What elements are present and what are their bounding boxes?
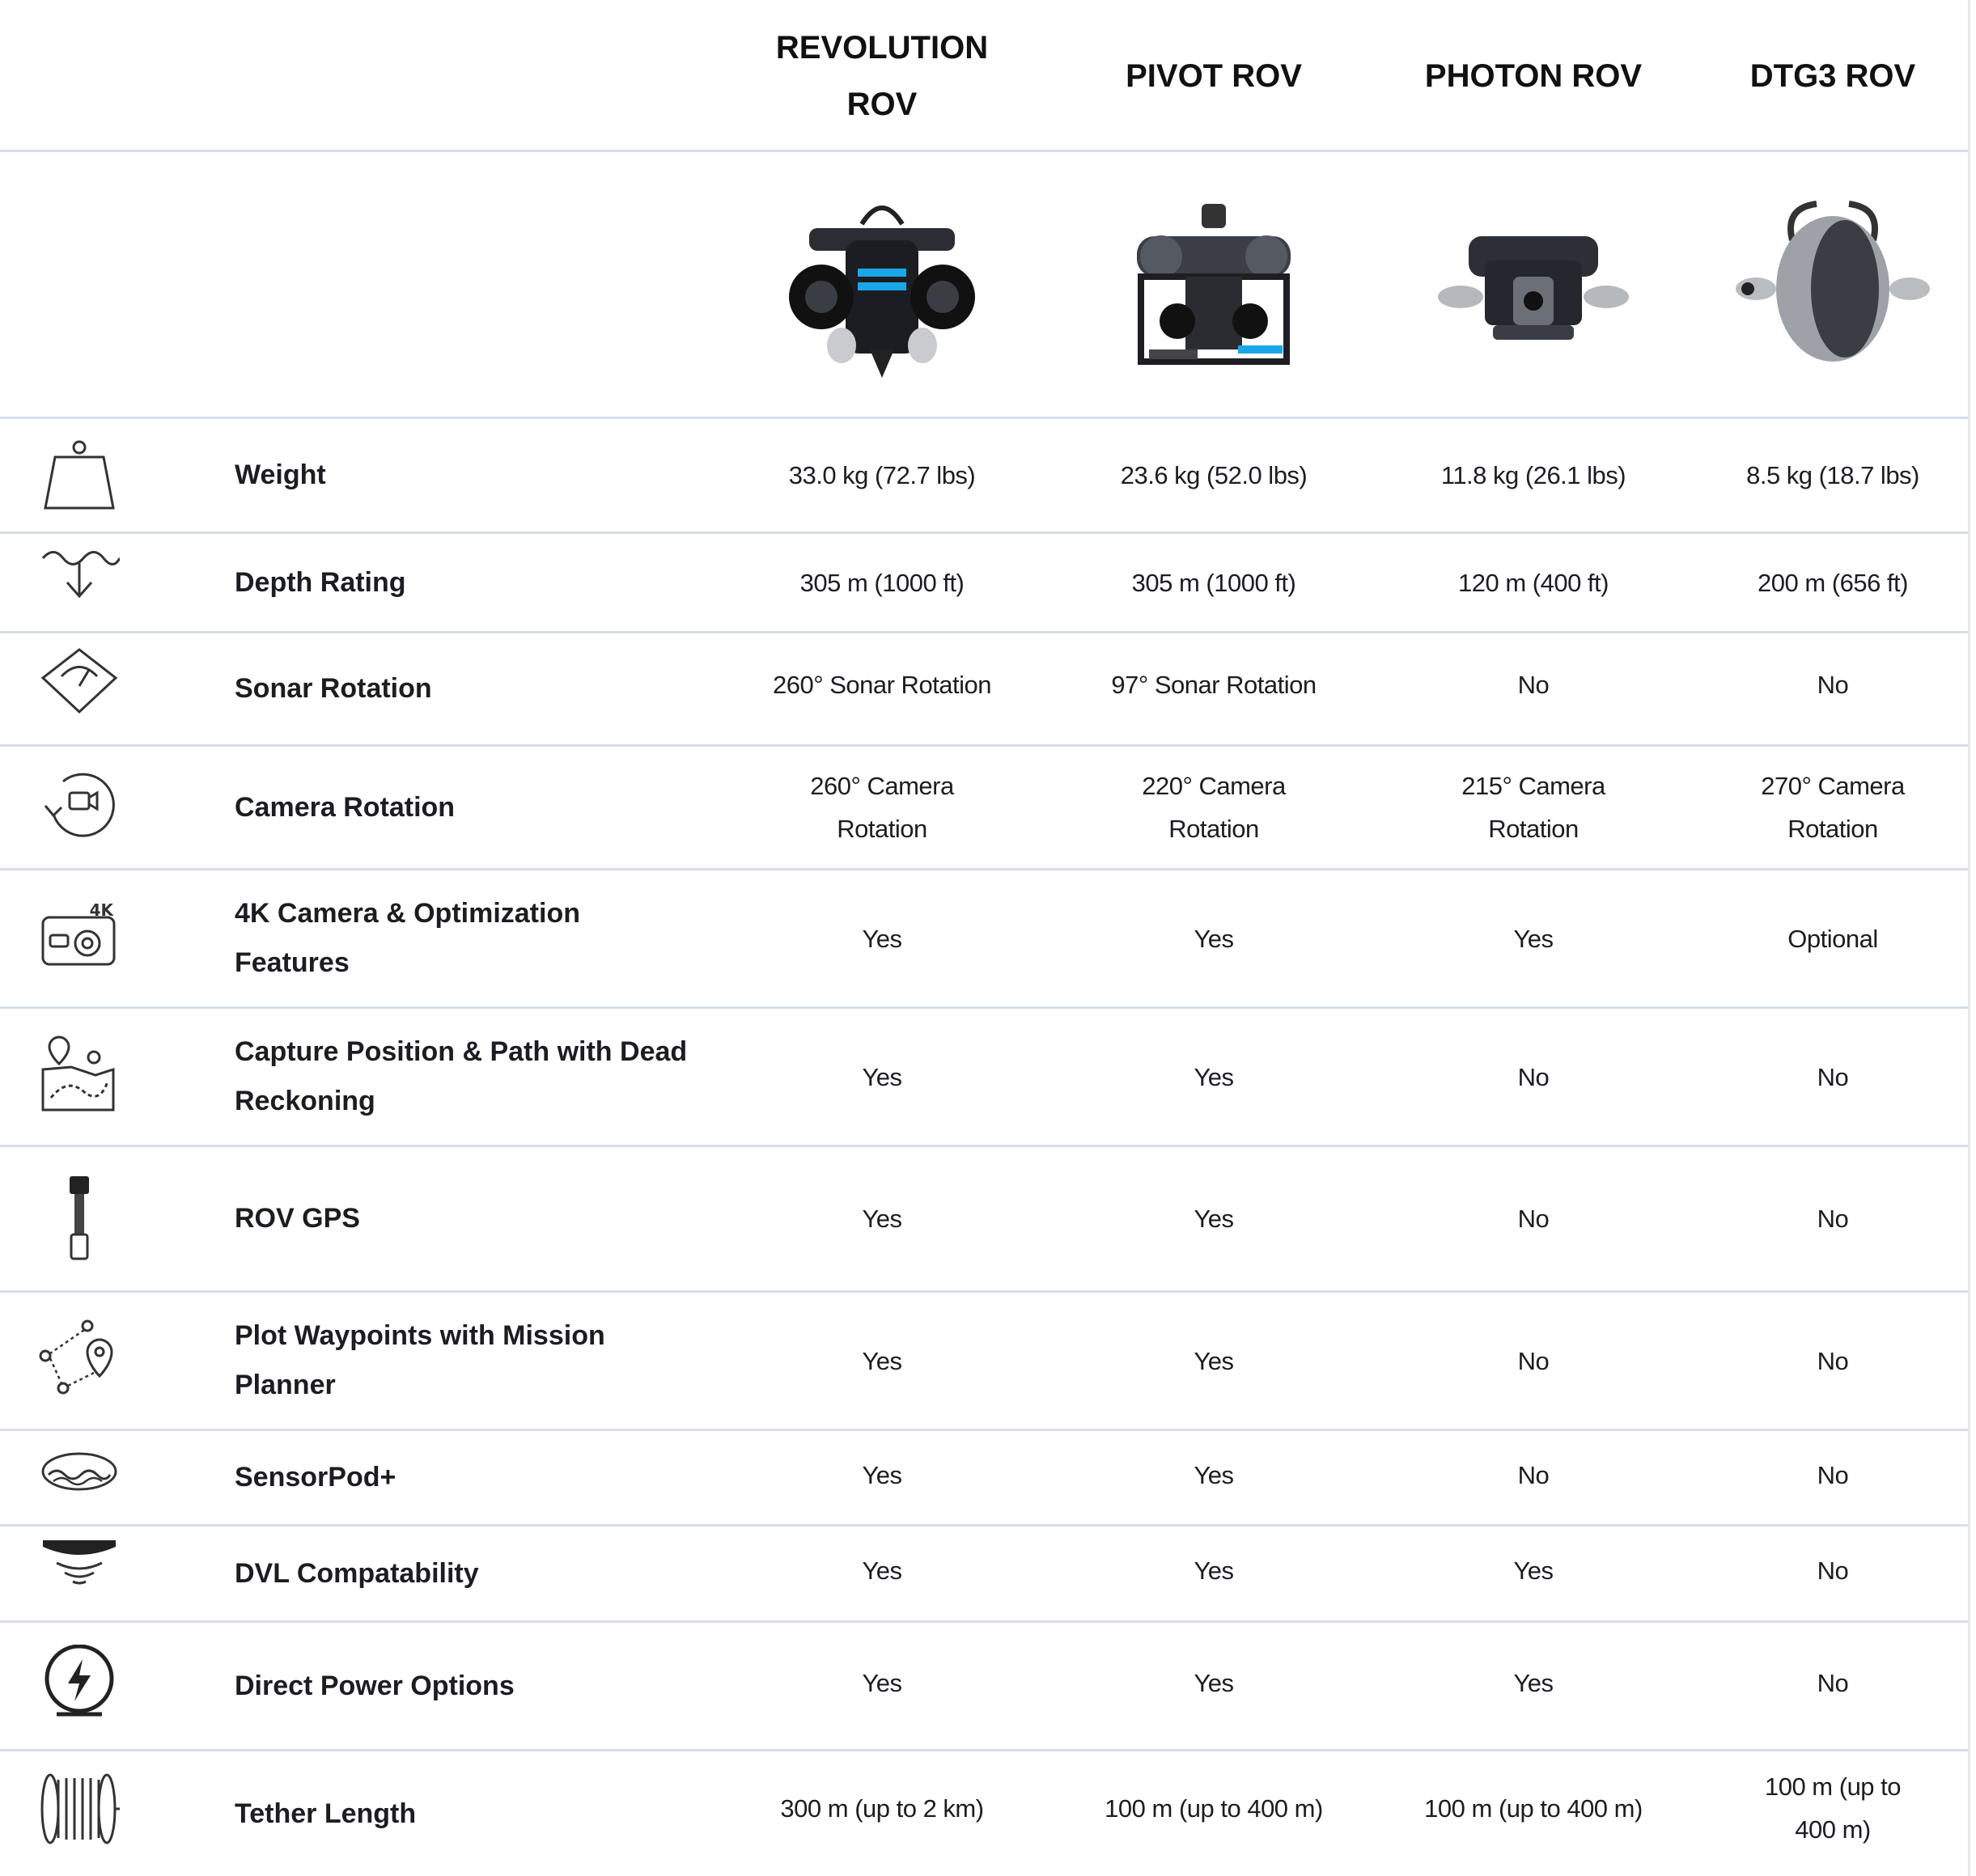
spec-value: No [1517,1346,1550,1375]
spec-label: Depth Rating [235,566,406,598]
spec-value: 8.5 kg (18.7 lbs) [1746,461,1919,489]
spec-label: Weight [235,459,326,490]
spec-value: 300 m (up to 2 km) [780,1793,984,1823]
spec-value: Yes [1194,1346,1234,1375]
spec-value: Yes [1194,1460,1234,1489]
spec-label: ROV GPS [235,1203,360,1234]
spec-row-4k-camera: 4K 4K Camera & Optimization Features Yes… [0,870,1968,1006]
spec-value: No [1517,1205,1550,1233]
waypoints-icon [29,1293,129,1422]
spec-value: No [1817,1460,1849,1489]
spec-label: Direct Power Options [235,1670,515,1701]
spec-row-sonar-rotation: Sonar Rotation 260° Sonar Rotation 97° S… [0,633,1968,744]
spec-value: Yes [1194,1062,1234,1091]
spec-value: No [1817,1668,1849,1697]
spec-value: 260° Camera Rotation [810,772,954,843]
spec-row-weight: Weight 33.0 kg (72.7 lbs) 23.6 kg (52.0 … [0,419,1968,531]
spec-value: 100 m (up to 400 m) [1424,1793,1643,1823]
spec-row-depth-rating: Depth Rating 305 m (1000 ft) 305 m (1000… [0,534,1968,631]
spec-value: Yes [862,1460,902,1489]
map-path-icon [29,1009,129,1138]
spec-value: Yes [862,1668,902,1697]
spec-value: Yes [862,1062,902,1091]
spec-label: Camera Rotation [235,791,456,823]
spec-row-waypoints: Plot Waypoints with Mission Planner Yes … [0,1293,1968,1429]
spec-value: No [1817,1205,1849,1233]
weight-icon [29,419,129,531]
spec-value: No [1817,1346,1849,1375]
dtg3-rov-image [1724,151,1942,417]
column-header-photon: PHOTON ROV [1424,57,1643,94]
spec-row-tether-length: Tether Length 300 m (up to 2 km) 100 m (… [0,1751,1968,1876]
spec-label: Plot Waypoints with Mission Planner [235,1320,605,1400]
column-header-pivot: PIVOT ROV [1126,57,1302,94]
power-icon [29,1623,129,1743]
spec-value: 260° Sonar Rotation [772,670,992,699]
spec-value: No [1517,1460,1550,1489]
spec-value: Optional [1787,924,1878,953]
spec-value: Yes [1194,924,1234,953]
right-border [1968,0,1970,1876]
spec-value: Yes [1513,1668,1554,1697]
spec-value: Yes [1513,1556,1554,1585]
camera-rotation-icon [29,747,129,856]
spec-label: DVL Compatability [235,1557,479,1589]
spec-value: 33.0 kg (72.7 lbs) [788,461,976,489]
revolution-rov-image [777,151,987,417]
spec-label: Sonar Rotation [235,673,432,704]
spec-value: No [1817,670,1849,699]
spec-value: No [1517,1062,1550,1091]
spec-value: Yes [1513,924,1554,953]
spec-value: 23.6 kg (52.0 lbs) [1120,461,1308,489]
spec-value: Yes [862,1346,902,1375]
depth-icon [29,534,129,615]
spec-row-sensorpod: SensorPod+ Yes Yes No No [0,1431,1968,1524]
spec-value: Yes [1194,1205,1234,1233]
spec-value: 100 m (up to 400 m) [1764,1772,1902,1844]
photon-rov-image [1424,151,1643,417]
spec-value: 97° Sonar Rotation [1111,670,1317,699]
spec-value: 100 m (up to 400 m) [1105,1793,1323,1823]
gps-antenna-icon [29,1147,129,1290]
spec-label: Tether Length [235,1798,417,1829]
spec-value: 270° Camera Rotation [1761,772,1905,843]
spec-label: 4K Camera & Optimization Features [235,898,580,978]
spec-value: 215° Camera Rotation [1461,772,1605,843]
spec-value: No [1517,670,1550,699]
spec-value: 120 m (400 ft) [1458,568,1609,597]
4k-camera-icon: 4K [29,870,129,1000]
spec-value: No [1817,1556,1849,1585]
spec-value: 200 m (656 ft) [1758,568,1908,597]
spec-row-rov-gps: ROV GPS Yes Yes No No [0,1147,1968,1290]
spec-value: 305 m (1000 ft) [799,568,965,597]
spec-value: Yes [862,1556,902,1585]
spec-value: 11.8 kg (26.1 lbs) [1440,461,1626,489]
column-header-revolution: REVOLUTION ROV [775,29,989,122]
spec-row-dead-reckoning: Capture Position & Path with Dead Reckon… [0,1009,1968,1145]
spec-row-dvl: DVL Compatability Yes Yes Yes No [0,1527,1968,1620]
spec-value: Yes [1194,1556,1234,1585]
sensorpod-icon [29,1431,129,1512]
spec-value: 305 m (1000 ft) [1131,568,1296,597]
spec-label: Capture Position & Path with Dead Reckon… [235,1036,688,1116]
spec-row-camera-rotation: Camera Rotation 260° Camera Rotation 220… [0,747,1968,868]
spec-value: Yes [862,924,902,953]
sonar-icon [29,633,129,730]
tether-reel-icon [29,1751,129,1865]
pivot-rov-image [1109,151,1319,417]
column-header-dtg3: DTG3 ROV [1749,57,1916,94]
dvl-icon [29,1527,129,1599]
spec-row-direct-power: Direct Power Options Yes Yes Yes No [0,1623,1968,1749]
4k-badge: 4K [90,903,115,920]
spec-value: No [1817,1062,1849,1091]
spec-value: 220° Camera Rotation [1142,772,1286,843]
spec-label: SensorPod+ [235,1462,396,1493]
spec-value: Yes [862,1205,902,1233]
spec-value: Yes [1194,1668,1234,1697]
